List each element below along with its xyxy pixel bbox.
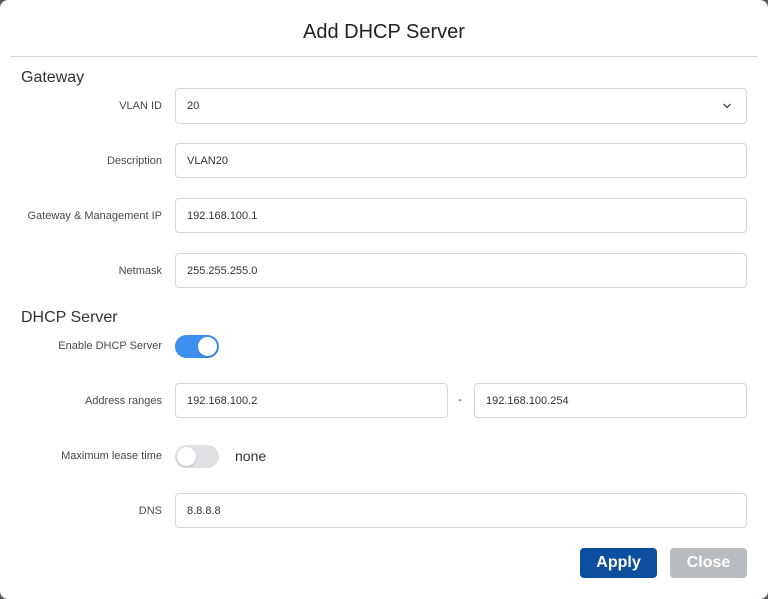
dhcp-server-section-title: DHCP Server: [21, 309, 118, 326]
description-label: Description: [106, 155, 162, 167]
add-dhcp-server-dialog: Add DHCP Server Gateway VLAN ID 20 Descr…: [0, 0, 768, 599]
dns-label: DNS: [138, 505, 162, 517]
address-ranges-label: Address ranges: [84, 395, 162, 407]
vlan-id-label: VLAN ID: [119, 100, 162, 112]
vlan-id-value: 20: [187, 100, 200, 112]
enable-dhcp-toggle[interactable]: [175, 335, 219, 358]
gateway-ip-label: Gateway & Management IP: [27, 210, 162, 222]
apply-button[interactable]: Apply: [580, 548, 657, 578]
dialog-title: Add DHCP Server: [303, 21, 465, 43]
max-lease-time-value: none: [235, 448, 267, 464]
enable-dhcp-label: Enable DHCP Server: [58, 340, 162, 352]
address-range-end-input[interactable]: [474, 383, 747, 418]
netmask-label: Netmask: [118, 265, 162, 277]
toggle-knob: [177, 447, 196, 466]
description-input[interactable]: [175, 143, 747, 178]
vlan-id-select[interactable]: 20: [175, 88, 747, 124]
max-lease-time-label: Maximum lease time: [61, 450, 162, 462]
gateway-section-title: Gateway: [21, 69, 85, 86]
dns-input[interactable]: [175, 493, 747, 528]
gateway-ip-input[interactable]: [175, 198, 747, 233]
range-separator: -: [458, 394, 462, 406]
max-lease-time-toggle[interactable]: [175, 445, 219, 468]
address-range-start-input[interactable]: [175, 383, 448, 418]
chevron-down-icon: [723, 103, 731, 109]
netmask-input[interactable]: [175, 253, 747, 288]
title-divider: [10, 56, 758, 57]
toggle-knob: [198, 337, 217, 356]
close-button[interactable]: Close: [670, 548, 747, 578]
